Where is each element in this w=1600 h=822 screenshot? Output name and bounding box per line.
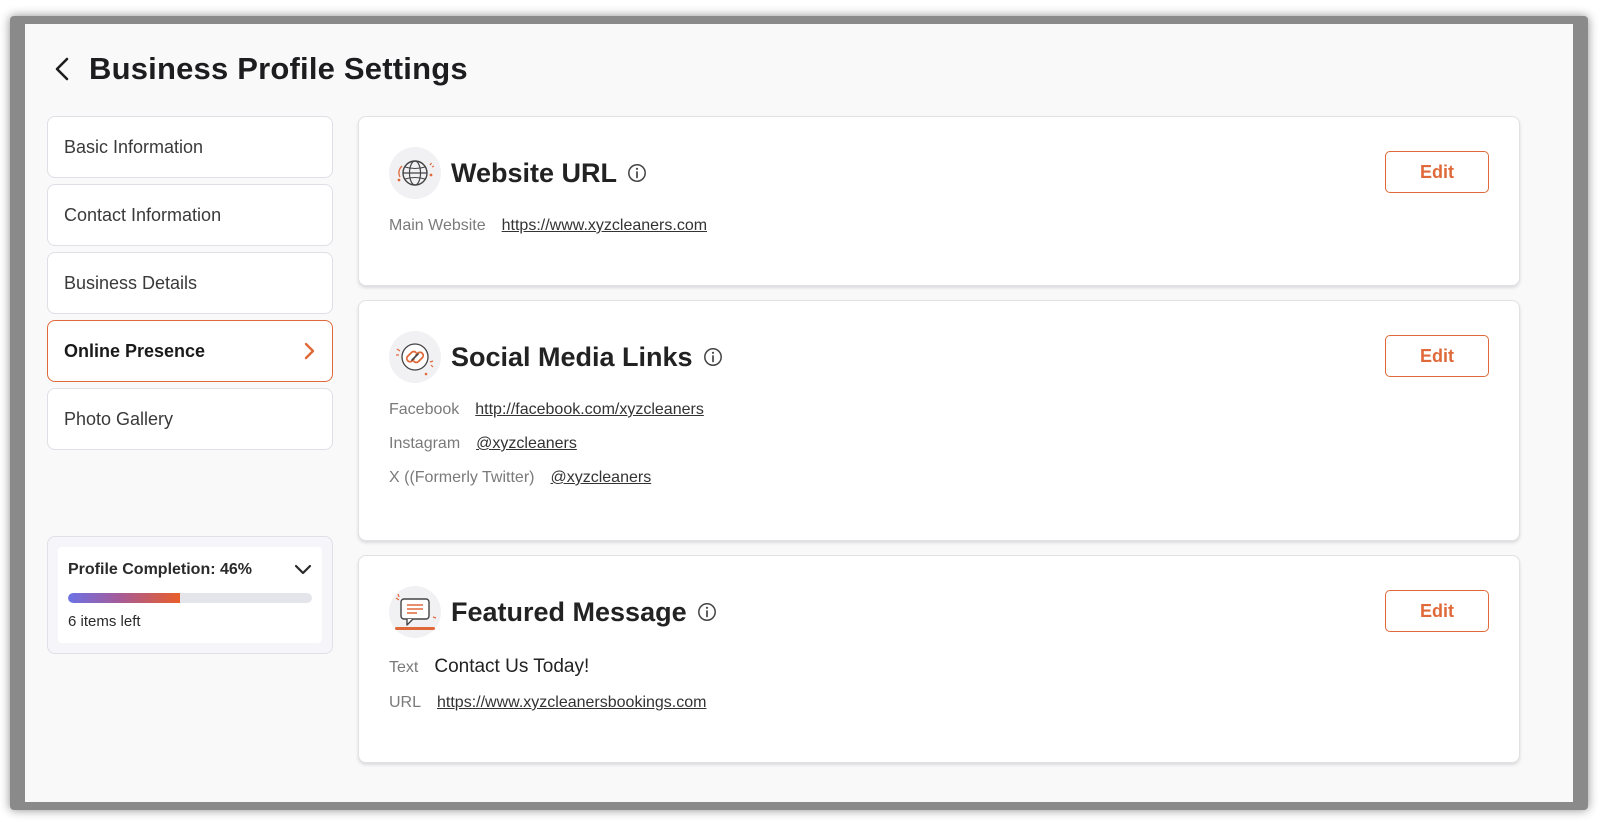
items-left-text: 6 items left (68, 613, 141, 630)
sidebar-item-label: Basic Information (64, 136, 204, 157)
website-url-card: Website URL Edit Main Website https://ww… (358, 116, 1520, 286)
sidebar-item-label: Contact Information (64, 204, 222, 225)
link-icon (389, 331, 441, 383)
chevron-left-icon (55, 57, 69, 81)
sidebar-item-online-presence[interactable]: Online Presence (47, 320, 333, 382)
sidebar-nav: Basic Information Contact Information Bu… (47, 116, 333, 456)
back-button[interactable] (47, 54, 77, 84)
featured-url-link[interactable]: https://www.xyzcleanersbookings.com (437, 694, 706, 712)
field-label: Facebook (389, 401, 460, 418)
field-label: URL (389, 694, 422, 711)
facebook-row: Facebook http://facebook.com/xyzcleaners (389, 401, 1489, 419)
card-header: Social Media Links (389, 331, 1489, 383)
profile-completion-progress-fill (68, 593, 181, 603)
chevron-down-icon[interactable] (294, 564, 312, 576)
profile-completion-card: Profile Completion: 46% 6 items left (47, 536, 333, 654)
card-title: Website URL (451, 157, 618, 188)
sidebar-item-contact-information[interactable]: Contact Information (47, 184, 333, 246)
sidebar-item-label: Photo Gallery (64, 408, 174, 429)
card-title: Social Media Links (451, 341, 693, 372)
field-label: X ((Formerly Twitter) (389, 469, 535, 486)
main-content: Website URL Edit Main Website https://ww… (358, 116, 1520, 777)
chat-message-icon (389, 586, 441, 638)
facebook-link[interactable]: http://facebook.com/xyzcleaners (475, 401, 704, 419)
sidebar-item-basic-information[interactable]: Basic Information (47, 116, 333, 178)
edit-social-links-button[interactable]: Edit (1385, 335, 1489, 377)
app-window: Business Profile Settings Basic Informat… (25, 24, 1573, 802)
profile-completion-progress-bar (68, 593, 312, 603)
edit-featured-message-button[interactable]: Edit (1385, 590, 1489, 632)
card-header: Featured Message (389, 586, 1489, 638)
page-title: Business Profile Settings (89, 51, 468, 86)
social-media-links-card: Social Media Links Edit Facebook http://… (358, 300, 1520, 541)
featured-url-row: URL https://www.xyzcleanersbookings.com (389, 694, 1489, 712)
profile-completion-label: Profile Completion: 46% (68, 561, 253, 578)
instagram-link[interactable]: @xyzcleaners (476, 435, 577, 453)
page-header: Business Profile Settings (47, 46, 468, 92)
info-icon[interactable] (627, 163, 647, 183)
instagram-row: Instagram @xyzcleaners (389, 435, 1489, 453)
website-row: Main Website https://www.xyzcleaners.com (389, 217, 1489, 235)
field-label: Main Website (389, 217, 486, 234)
edit-website-button[interactable]: Edit (1385, 151, 1489, 193)
info-icon[interactable] (703, 347, 723, 367)
card-header: Website URL (389, 147, 1489, 199)
field-label: Instagram (389, 435, 461, 452)
featured-text-row: Text Contact Us Today! (389, 656, 1489, 678)
sidebar-item-label: Business Details (64, 272, 198, 293)
featured-message-card: Featured Message Edit Text Contact Us To… (358, 555, 1520, 763)
globe-icon (389, 147, 441, 199)
profile-completion-panel: Profile Completion: 46% 6 items left (58, 547, 322, 643)
main-website-link[interactable]: https://www.xyzcleaners.com (502, 217, 707, 235)
sidebar-item-label: Online Presence (64, 340, 206, 361)
x-twitter-row: X ((Formerly Twitter) @xyzcleaners (389, 469, 1489, 487)
profile-completion-header[interactable]: Profile Completion: 46% (68, 561, 312, 579)
card-title: Featured Message (451, 596, 687, 627)
sidebar-item-business-details[interactable]: Business Details (47, 252, 333, 314)
sidebar-item-photo-gallery[interactable]: Photo Gallery (47, 388, 333, 450)
chevron-right-icon (304, 342, 315, 360)
featured-message-text: Contact Us Today! (434, 656, 590, 677)
field-label: Text (389, 659, 419, 676)
info-icon[interactable] (697, 602, 717, 622)
x-twitter-link[interactable]: @xyzcleaners (550, 469, 651, 487)
